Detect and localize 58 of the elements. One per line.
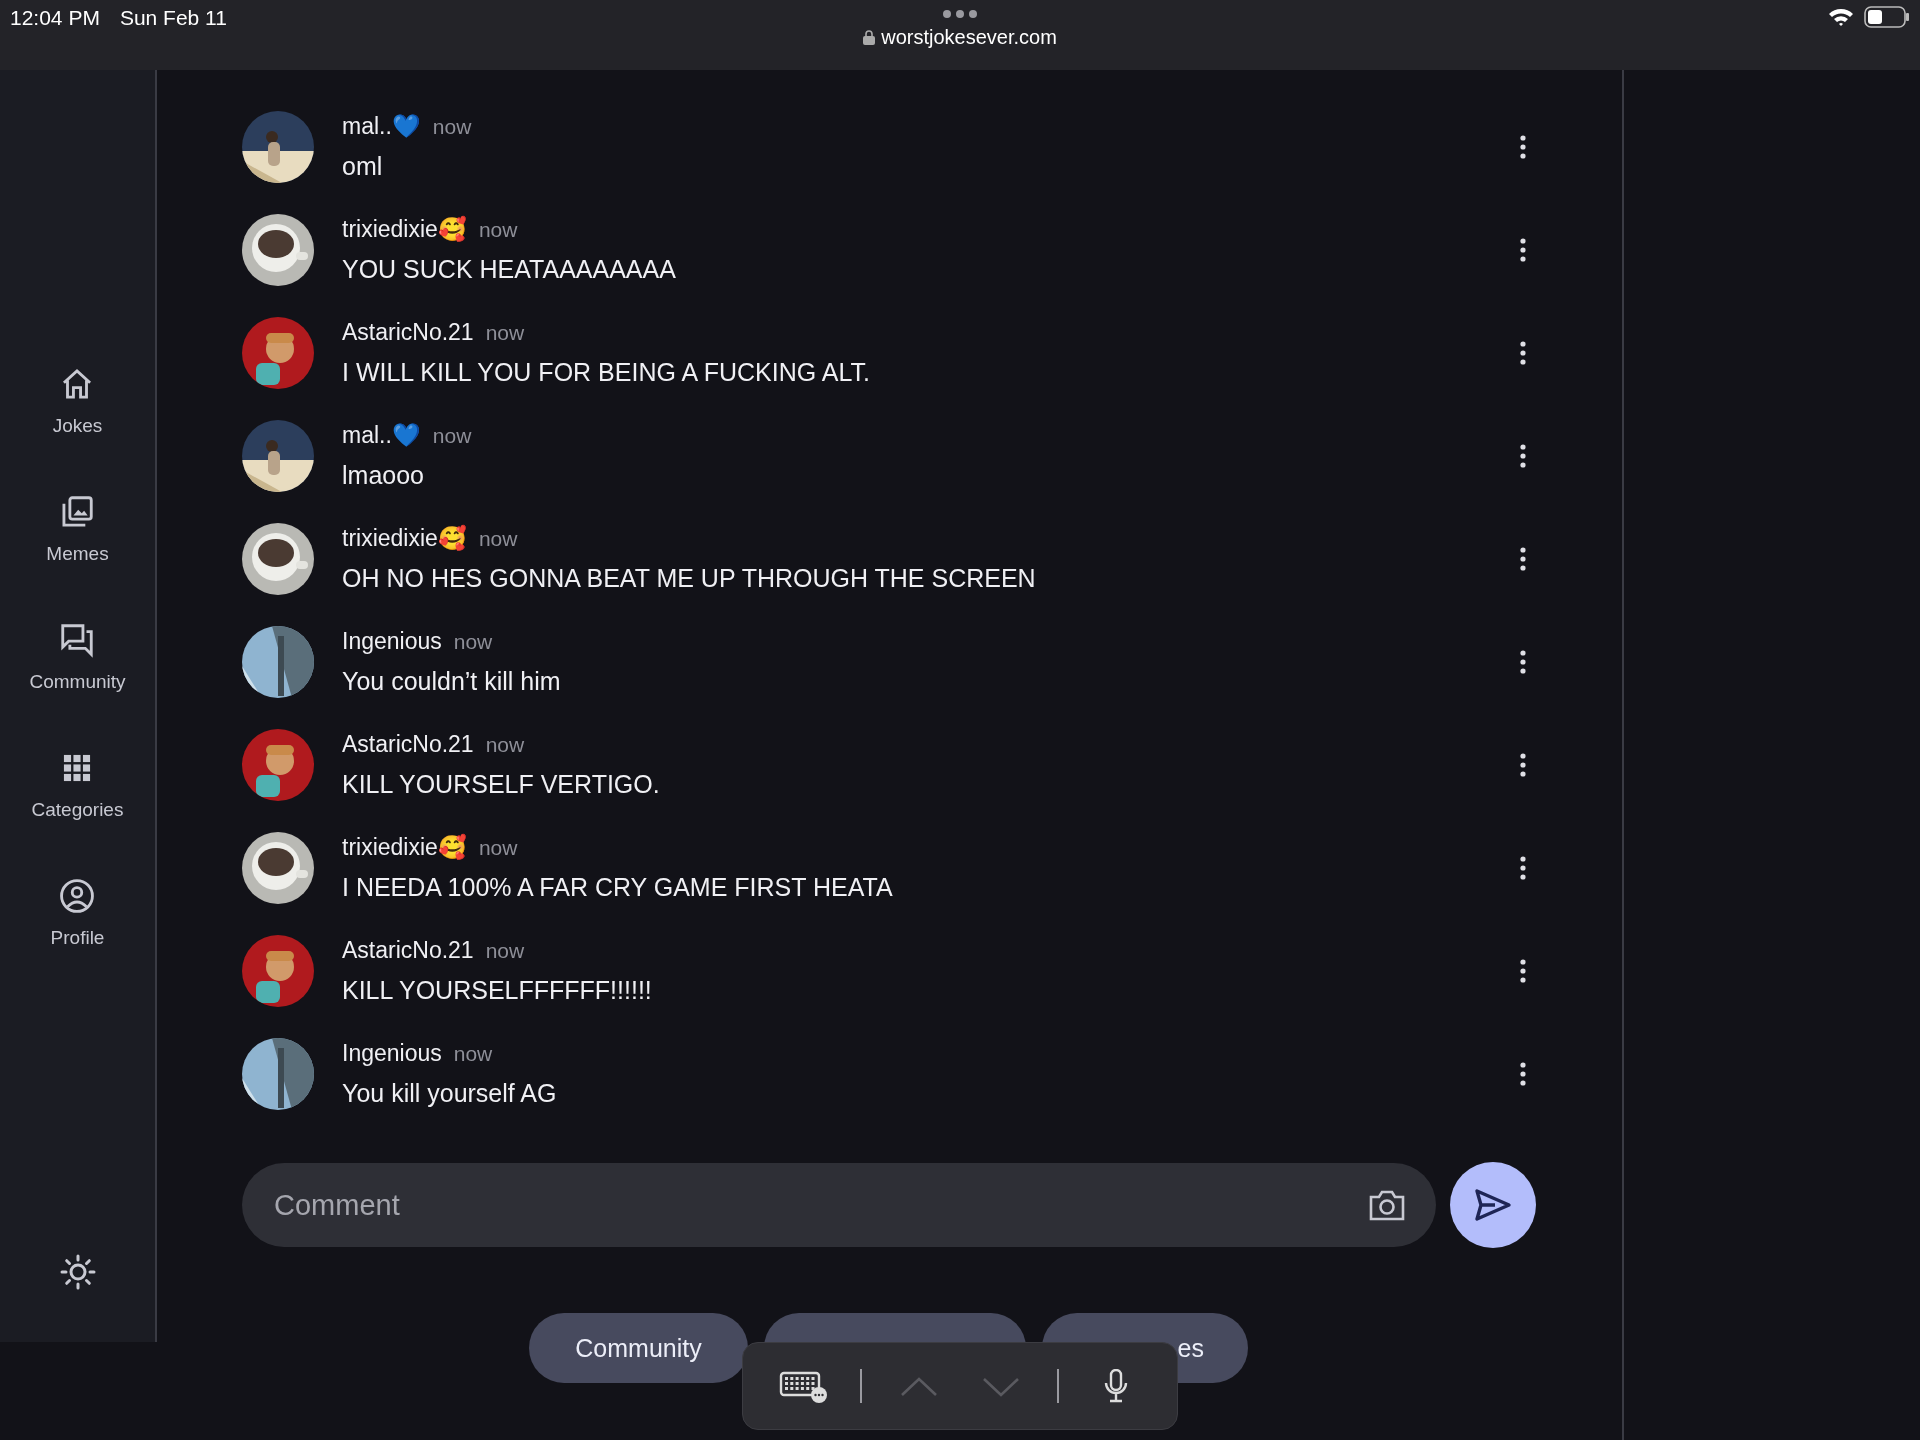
more-options-icon[interactable] <box>1519 1062 1527 1086</box>
more-dots-icon[interactable] <box>943 10 977 18</box>
timestamp: now <box>432 423 472 448</box>
username[interactable]: Ingenious <box>342 1040 442 1067</box>
timestamp: now <box>432 114 472 139</box>
comment-text: YOU SUCK HEATAAAAAAAA <box>342 255 676 284</box>
clock-time: 12:04 PM <box>10 6 100 30</box>
comment-text: I WILL KILL YOU FOR BEING A FUCKING ALT. <box>342 358 870 387</box>
timestamp: now <box>478 835 518 860</box>
username[interactable]: AstaricNo.21 <box>342 731 474 758</box>
more-options-icon[interactable] <box>1519 341 1527 365</box>
timestamp: now <box>485 732 525 757</box>
username[interactable]: trixiedixie🥰 <box>342 525 467 552</box>
username[interactable]: AstaricNo.21 <box>342 319 474 346</box>
timestamp: now <box>453 1041 493 1066</box>
nav-item[interactable]: Community <box>29 621 126 693</box>
more-options-icon[interactable] <box>1519 547 1527 571</box>
more-options-icon[interactable] <box>1519 959 1527 983</box>
comment-field[interactable]: Comment <box>242 1163 1436 1247</box>
more-options-icon[interactable] <box>1519 238 1527 262</box>
comment-text: I NEEDA 100% A FAR CRY GAME FIRST HEATA <box>342 873 893 902</box>
username[interactable]: mal..💙 <box>342 422 421 449</box>
comment-text: You couldn’t kill him <box>342 667 561 696</box>
timestamp: now <box>478 526 518 551</box>
camera-icon[interactable] <box>1368 1188 1406 1222</box>
username[interactable]: mal..💙 <box>342 113 421 140</box>
username[interactable]: trixiedixie🥰 <box>342 834 467 861</box>
username[interactable]: trixiedixie🥰 <box>342 216 467 243</box>
nav-item[interactable]: Jokes <box>52 365 103 437</box>
comment-text: KILL YOURSELFFFFFF!!!!!! <box>342 976 652 1005</box>
comment-text: oml <box>342 152 384 181</box>
comment-text: KILL YOURSELF VERTIGO. <box>342 770 660 799</box>
filter-chip[interactable]: Community <box>529 1313 748 1383</box>
comment-text: lmaooo <box>342 461 425 490</box>
timestamp: now <box>453 629 493 654</box>
username[interactable]: Ingenious <box>342 628 442 655</box>
more-options-icon[interactable] <box>1519 753 1527 777</box>
more-options-icon[interactable] <box>1519 135 1527 159</box>
comment-text: OH NO HES GONNA BEAT ME UP THROUGH THE SCREEN <box>342 564 1036 593</box>
more-options-icon[interactable] <box>1519 856 1527 880</box>
timestamp: now <box>485 320 525 345</box>
comment-input[interactable]: Comment <box>272 1187 1368 1223</box>
nav-item[interactable]: Memes <box>46 493 109 565</box>
comment-text: You kill yourself AG <box>342 1079 557 1108</box>
wifi-icon <box>1828 7 1854 27</box>
more-options-icon[interactable] <box>1519 444 1527 468</box>
account-icon <box>58 877 97 915</box>
keyboard-icon[interactable] <box>778 1369 829 1403</box>
more-options-icon[interactable] <box>1519 650 1527 674</box>
nav-item[interactable]: Profile <box>50 877 105 949</box>
battery-icon <box>1864 6 1910 28</box>
status-date: Sun Feb 11 <box>119 6 227 30</box>
lock-icon <box>863 30 876 45</box>
timestamp: now <box>478 217 518 242</box>
url-text[interactable]: worstjokesever.com <box>881 26 1057 49</box>
timestamp: now <box>485 938 525 963</box>
nav-item[interactable]: Categories <box>31 749 124 821</box>
username[interactable]: AstaricNo.21 <box>342 937 474 964</box>
